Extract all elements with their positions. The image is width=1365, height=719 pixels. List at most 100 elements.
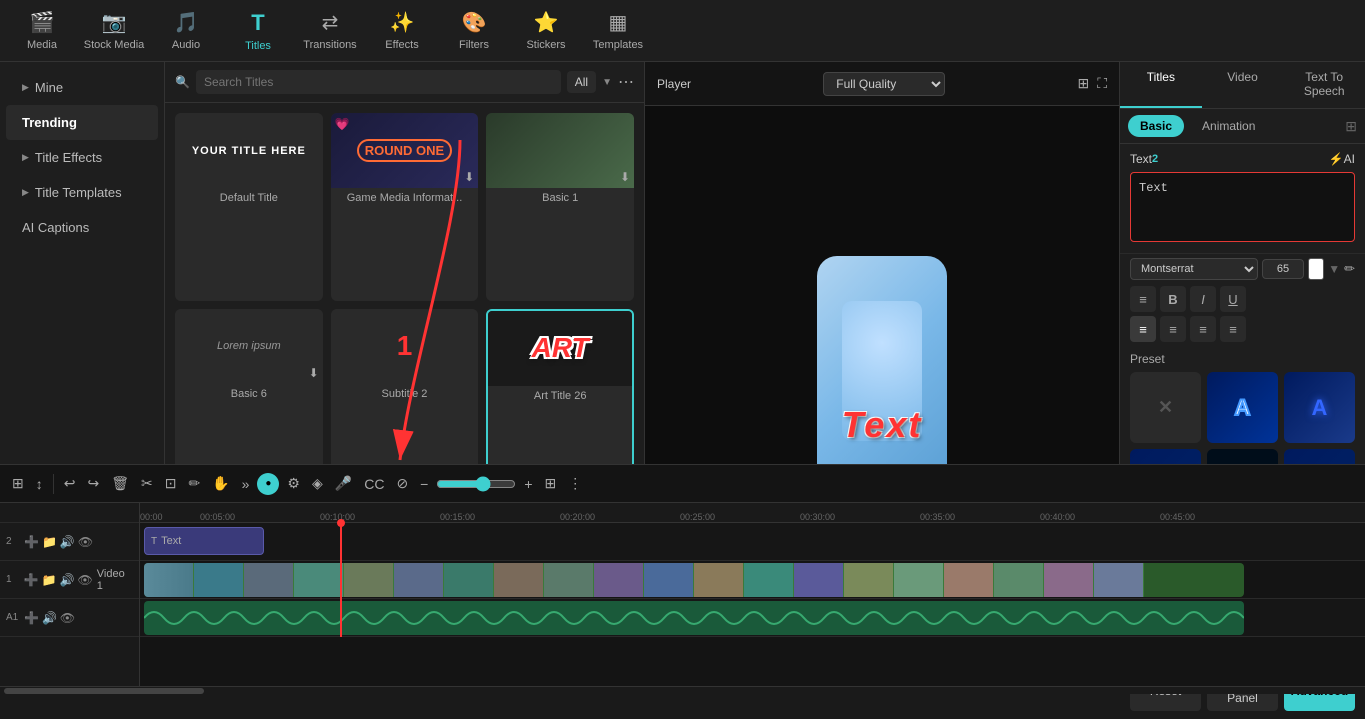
tab-text-to-speech[interactable]: Text To Speech	[1283, 62, 1365, 108]
grid-view-icon[interactable]: ⊞	[1077, 75, 1089, 92]
folder-icon[interactable]: 📁	[42, 535, 57, 549]
font-family-select[interactable]: Montserrat Arial Times New Roman	[1130, 258, 1258, 280]
marker-button[interactable]: ◈	[308, 473, 327, 494]
sub-tab-basic[interactable]: Basic	[1128, 115, 1184, 137]
toolbar-media[interactable]: 🎬 Media	[8, 3, 76, 59]
preset-label: Preset	[1130, 352, 1355, 366]
expand-panel-icon[interactable]: ⊞	[1345, 118, 1357, 135]
italic-button[interactable]: I	[1190, 286, 1216, 312]
draw-button[interactable]: ✏	[184, 473, 204, 494]
toolbar-templates[interactable]: ▦ Templates	[584, 3, 652, 59]
toolbar-transitions[interactable]: ⇄ Transitions	[296, 3, 364, 59]
caption-button[interactable]: CC	[360, 474, 388, 494]
card-label: Default Title	[175, 188, 323, 208]
right-sub-tabs: Basic Animation ⊞	[1120, 109, 1365, 144]
add-track-icon[interactable]: ➕	[24, 573, 39, 587]
sidebar-item-title-effects[interactable]: ▶ Title Effects	[6, 140, 158, 175]
bold-button[interactable]: B	[1160, 286, 1186, 312]
align-left-button[interactable]: ≡	[1130, 316, 1156, 342]
align-justify-button[interactable]: ≡	[1220, 316, 1246, 342]
track-name: Video 1	[97, 568, 133, 592]
ripple-button[interactable]: ↕	[32, 474, 47, 494]
horizontal-scrollbar[interactable]	[0, 686, 1365, 694]
filter-button[interactable]: All	[567, 71, 596, 93]
sidebar-ai-captions-label: AI Captions	[22, 220, 89, 235]
sidebar-item-mine[interactable]: ▶ Mine	[6, 70, 158, 105]
preset-none[interactable]	[1130, 372, 1201, 443]
toolbar-titles[interactable]: T Titles	[224, 3, 292, 59]
toolbar-separator	[53, 474, 54, 494]
add-track-icon[interactable]: ➕	[24, 535, 39, 549]
toolbar-audio[interactable]: 🎵 Audio	[152, 3, 220, 59]
sidebar-item-trending[interactable]: Trending	[6, 105, 158, 140]
columns-format-button[interactable]: ≡	[1130, 286, 1156, 312]
preset-blue-solid[interactable]: A	[1284, 372, 1355, 443]
undo-button[interactable]: ↩	[60, 473, 80, 494]
track-row-video-1	[140, 561, 1365, 599]
ruler-spacer	[0, 503, 139, 523]
video-frame	[944, 563, 994, 597]
sidebar-item-ai-captions[interactable]: AI Captions	[6, 210, 158, 245]
pan-button[interactable]: ✋	[208, 473, 233, 494]
underline-button[interactable]: U	[1220, 286, 1246, 312]
search-input[interactable]	[196, 70, 561, 94]
tab-video[interactable]: Video	[1202, 62, 1284, 108]
toolbar-titles-label: Titles	[245, 40, 271, 52]
settings-button[interactable]: ⚙	[283, 473, 304, 494]
toolbar-stickers[interactable]: ⭐ Stickers	[512, 3, 580, 59]
add-track-button[interactable]: ⊞	[8, 473, 28, 494]
zoom-in-button[interactable]: +	[520, 474, 536, 494]
text-clip[interactable]: T Text	[144, 527, 264, 555]
layout-button[interactable]: ⊞	[541, 473, 561, 494]
title-card-default[interactable]: YOUR TITLE HERE Default Title	[175, 113, 323, 301]
video-frame	[644, 563, 694, 597]
zoom-out-button[interactable]: −	[416, 474, 432, 494]
eye-icon[interactable]: 👁	[78, 573, 93, 587]
align-center-button[interactable]: ≡	[1160, 316, 1186, 342]
add-track-icon[interactable]: ➕	[24, 611, 39, 625]
right-panel-tabs: Titles Video Text To Speech	[1120, 62, 1365, 109]
audio-track-icon[interactable]: 🔊	[60, 573, 75, 587]
video-frame	[144, 563, 194, 597]
cut-button[interactable]: ✂	[137, 473, 157, 494]
text-input[interactable]: Text	[1130, 172, 1355, 242]
crop-button[interactable]: ⊡	[161, 473, 181, 494]
more-button[interactable]: »	[238, 474, 254, 494]
video-clip[interactable]	[144, 563, 1244, 597]
sidebar-item-title-templates[interactable]: ▶ Title Templates	[6, 175, 158, 210]
split-audio-button[interactable]: ⊘	[392, 473, 412, 494]
voice-button[interactable]: ●	[257, 473, 279, 495]
eye-icon[interactable]: 👁	[78, 535, 93, 549]
eyedropper-button[interactable]: ✏	[1344, 261, 1355, 277]
folder-icon[interactable]: 📁	[42, 573, 57, 587]
more-options-button[interactable]: ⋯	[618, 72, 634, 92]
video-frame	[544, 563, 594, 597]
sub-tab-animation[interactable]: Animation	[1190, 115, 1267, 137]
quality-select[interactable]: Full Quality High Quality Medium Quality	[823, 72, 945, 96]
mic-button[interactable]: 🎤	[331, 473, 356, 494]
delete-button[interactable]: 🗑	[107, 473, 133, 494]
eye-icon[interactable]: 👁	[60, 611, 75, 625]
tab-titles[interactable]: Titles	[1120, 62, 1202, 108]
font-size-input[interactable]	[1262, 259, 1304, 279]
title-card-basic-1[interactable]: ⬇ Basic 1	[486, 113, 634, 301]
waveform	[144, 601, 1244, 635]
audio-clip[interactable]	[144, 601, 1244, 635]
title-card-game-media[interactable]: 💗 ROUND ONE ⬇ Game Media Informat...	[331, 113, 479, 301]
zoom-slider[interactable]	[436, 476, 516, 492]
filters-icon: 🎨	[462, 10, 487, 35]
toolbar-effects[interactable]: ✨ Effects	[368, 3, 436, 59]
font-color-swatch[interactable]	[1308, 258, 1324, 280]
align-right-button[interactable]: ≡	[1190, 316, 1216, 342]
toolbar-stock-media[interactable]: 📷 Stock Media	[80, 3, 148, 59]
preset-blue-outline[interactable]: A	[1207, 372, 1278, 443]
track-number: A1	[6, 612, 20, 623]
audio-track-icon[interactable]: 🔊	[42, 611, 57, 625]
scrollbar-thumb[interactable]	[4, 688, 204, 694]
audio-track-icon[interactable]: 🔊	[60, 535, 75, 549]
more-layout-button[interactable]: ⋮	[564, 473, 586, 494]
toolbar-filters[interactable]: 🎨 Filters	[440, 3, 508, 59]
download-icon: ⬇	[309, 366, 319, 380]
redo-button[interactable]: ↪	[83, 473, 103, 494]
expand-icon[interactable]: ⛶	[1097, 75, 1107, 92]
